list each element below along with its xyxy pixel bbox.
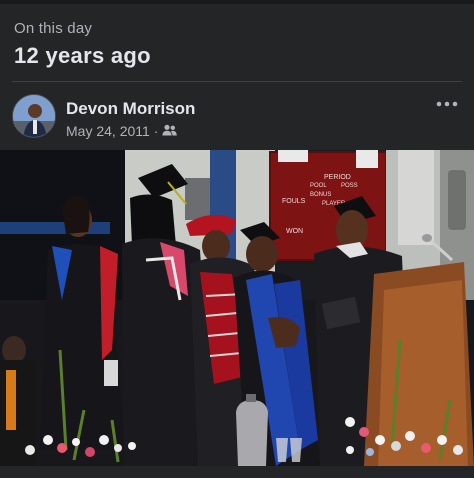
post-header: Devon Morrison May 24, 2011 · bbox=[12, 94, 462, 144]
memory-headline: 12 years ago bbox=[14, 43, 151, 68]
scoreboard-poss: POSS bbox=[341, 183, 358, 189]
memory-eyebrow: On this day bbox=[14, 20, 93, 37]
memory-card: On this day 12 years ago Devon Morrison … bbox=[0, 0, 474, 478]
post-meta: May 24, 2011 · bbox=[66, 123, 178, 139]
author-name[interactable]: Devon Morrison bbox=[66, 99, 195, 119]
scoreboard-won: WON bbox=[286, 228, 303, 235]
scoreboard-fouls: FOULS bbox=[282, 198, 306, 205]
friends-icon[interactable] bbox=[162, 123, 178, 139]
bottom-edge bbox=[0, 466, 474, 478]
divider bbox=[12, 81, 462, 82]
scoreboard-pool: POOL bbox=[310, 183, 327, 189]
avatar-photo bbox=[13, 95, 55, 137]
top-edge bbox=[0, 0, 474, 4]
meta-separator: · bbox=[153, 123, 159, 139]
post-photo[interactable]: PERIOD POOL POSS FOULS BONUS PLAYER WON bbox=[0, 150, 474, 466]
post-date[interactable]: May 24, 2011 bbox=[66, 123, 150, 139]
avatar[interactable] bbox=[12, 94, 56, 138]
memory-header: On this day 12 years ago bbox=[14, 20, 151, 69]
more-options-icon[interactable] bbox=[434, 96, 460, 112]
scoreboard-period: PERIOD bbox=[324, 174, 351, 181]
scoreboard-bonus: BONUS bbox=[310, 192, 331, 198]
graduation-scene: PERIOD POOL POSS FOULS BONUS PLAYER WON bbox=[0, 150, 474, 466]
